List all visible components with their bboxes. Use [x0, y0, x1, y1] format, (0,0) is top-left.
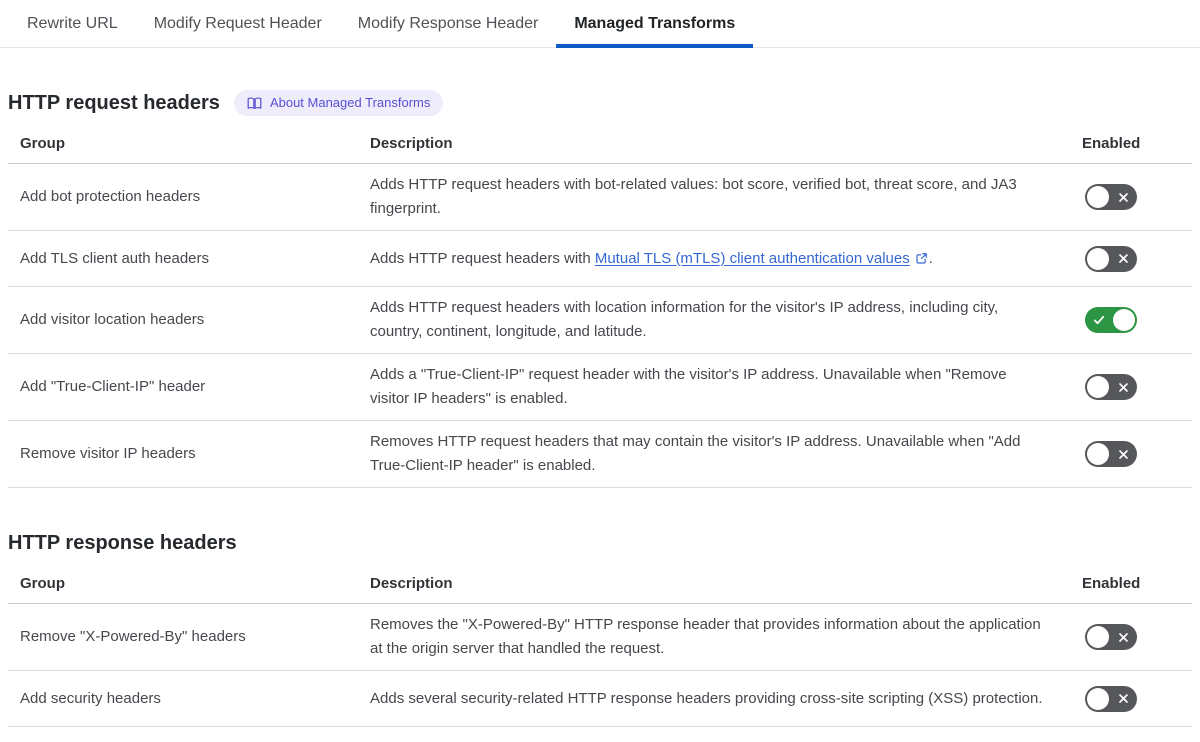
enabled-toggle[interactable] [1085, 184, 1137, 210]
table-body: Add bot protection headers Adds HTTP req… [8, 164, 1192, 488]
x-icon [1110, 441, 1136, 467]
table-row: Add TLS client auth headers Adds HTTP re… [8, 231, 1192, 287]
table-row: Add security headers Adds several securi… [8, 671, 1192, 727]
enabled-toggle[interactable] [1085, 624, 1137, 650]
toggle-knob [1087, 376, 1109, 398]
table-row: Remove visitor IP headers Removes HTTP r… [8, 421, 1192, 488]
description-cell: Adds HTTP request headers with Mutual TL… [370, 247, 1082, 271]
x-icon [1110, 624, 1136, 650]
column-header-group: Group [20, 135, 65, 152]
tab-rewrite-url[interactable]: Rewrite URL [9, 0, 136, 47]
section-title: HTTP request headers [8, 92, 220, 114]
column-header-group: Group [20, 575, 65, 592]
description-text: Adds a "True-Client-IP" request header w… [370, 366, 1007, 407]
external-link-icon [915, 252, 928, 265]
book-icon [247, 96, 262, 110]
description-text: Adds HTTP request headers with bot-relat… [370, 176, 1017, 217]
enabled-toggle[interactable] [1085, 307, 1137, 333]
table-header-row: Group Description Enabled [8, 129, 1192, 164]
tab-modify-response-header[interactable]: Modify Response Header [340, 0, 557, 47]
description-text: Adds HTTP request headers with [370, 249, 595, 267]
table-row: Add "True-Client-IP" header Adds a "True… [8, 354, 1192, 421]
table-header-row: Group Description Enabled [8, 569, 1192, 604]
description-cell: Removes the "X-Powered-By" HTTP response… [370, 613, 1082, 661]
column-header-enabled: Enabled [1082, 135, 1141, 152]
description-text: Removes the "X-Powered-By" HTTP response… [370, 616, 1041, 657]
group-cell: Remove visitor IP headers [20, 445, 196, 462]
table-body: Remove "X-Powered-By" headers Removes th… [8, 604, 1192, 727]
group-cell: Add TLS client auth headers [20, 249, 210, 267]
transforms-table: Group Description Enabled Add bot protec… [8, 129, 1192, 488]
toggle-knob [1087, 626, 1109, 648]
enabled-toggle[interactable] [1085, 245, 1137, 272]
x-icon [1110, 246, 1136, 272]
x-icon [1110, 686, 1136, 712]
group-cell: Add security headers [20, 689, 161, 707]
enabled-toggle[interactable] [1085, 374, 1137, 400]
description-cell: Adds HTTP request headers with location … [370, 296, 1082, 344]
description-text: . [928, 249, 933, 267]
transforms-table: Group Description Enabled Remove "X-Powe… [8, 569, 1192, 727]
group-cell: Add "True-Client-IP" header [20, 378, 206, 395]
section-title: HTTP response headers [8, 532, 237, 554]
table-row: Add bot protection headers Adds HTTP req… [8, 164, 1192, 231]
group-cell: Add bot protection headers [20, 188, 201, 205]
http-request-headers-section: HTTP request headers About Managed Trans… [8, 90, 1192, 488]
description-cell: Removes HTTP request headers that may co… [370, 430, 1082, 478]
column-header-description: Description [370, 135, 453, 152]
description-cell: Adds several security-related HTTP respo… [370, 687, 1082, 711]
about-managed-transforms-badge[interactable]: About Managed Transforms [233, 90, 444, 116]
mutual-tls-mtls-client-authentication-values-link[interactable]: Mutual TLS (mTLS) client authentication … [595, 250, 910, 267]
http-response-headers-section: HTTP response headers Group Description … [8, 530, 1192, 727]
group-cell: Add visitor location headers [20, 311, 205, 328]
toggle-knob [1087, 687, 1109, 710]
toggle-knob [1113, 309, 1135, 331]
check-icon [1086, 307, 1112, 333]
enabled-toggle[interactable] [1085, 441, 1137, 467]
description-text: Adds HTTP request headers with location … [370, 299, 999, 340]
tab-managed-transforms[interactable]: Managed Transforms [556, 0, 754, 48]
description-cell: Adds a "True-Client-IP" request header w… [370, 363, 1082, 411]
toggle-knob [1087, 186, 1109, 208]
main-content: HTTP request headers About Managed Trans… [0, 90, 1200, 727]
tab-bar: Rewrite URL Modify Request Header Modify R… [0, 0, 1200, 48]
toggle-knob [1087, 247, 1109, 270]
description-text: Adds several security-related HTTP respo… [370, 689, 1043, 707]
x-icon [1110, 184, 1136, 210]
column-header-description: Description [370, 575, 453, 592]
enabled-toggle[interactable] [1085, 685, 1137, 712]
tab-modify-request-header[interactable]: Modify Request Header [136, 0, 340, 47]
table-row: Add visitor location headers Adds HTTP r… [8, 287, 1192, 354]
column-header-enabled: Enabled [1082, 575, 1141, 592]
table-row: Remove "X-Powered-By" headers Removes th… [8, 604, 1192, 671]
x-icon [1110, 374, 1136, 400]
group-cell: Remove "X-Powered-By" headers [20, 628, 246, 645]
toggle-knob [1087, 443, 1109, 465]
badge-label: About Managed Transforms [269, 95, 431, 110]
description-text: Removes HTTP request headers that may co… [370, 433, 1021, 474]
description-cell: Adds HTTP request headers with bot-relat… [370, 173, 1082, 221]
